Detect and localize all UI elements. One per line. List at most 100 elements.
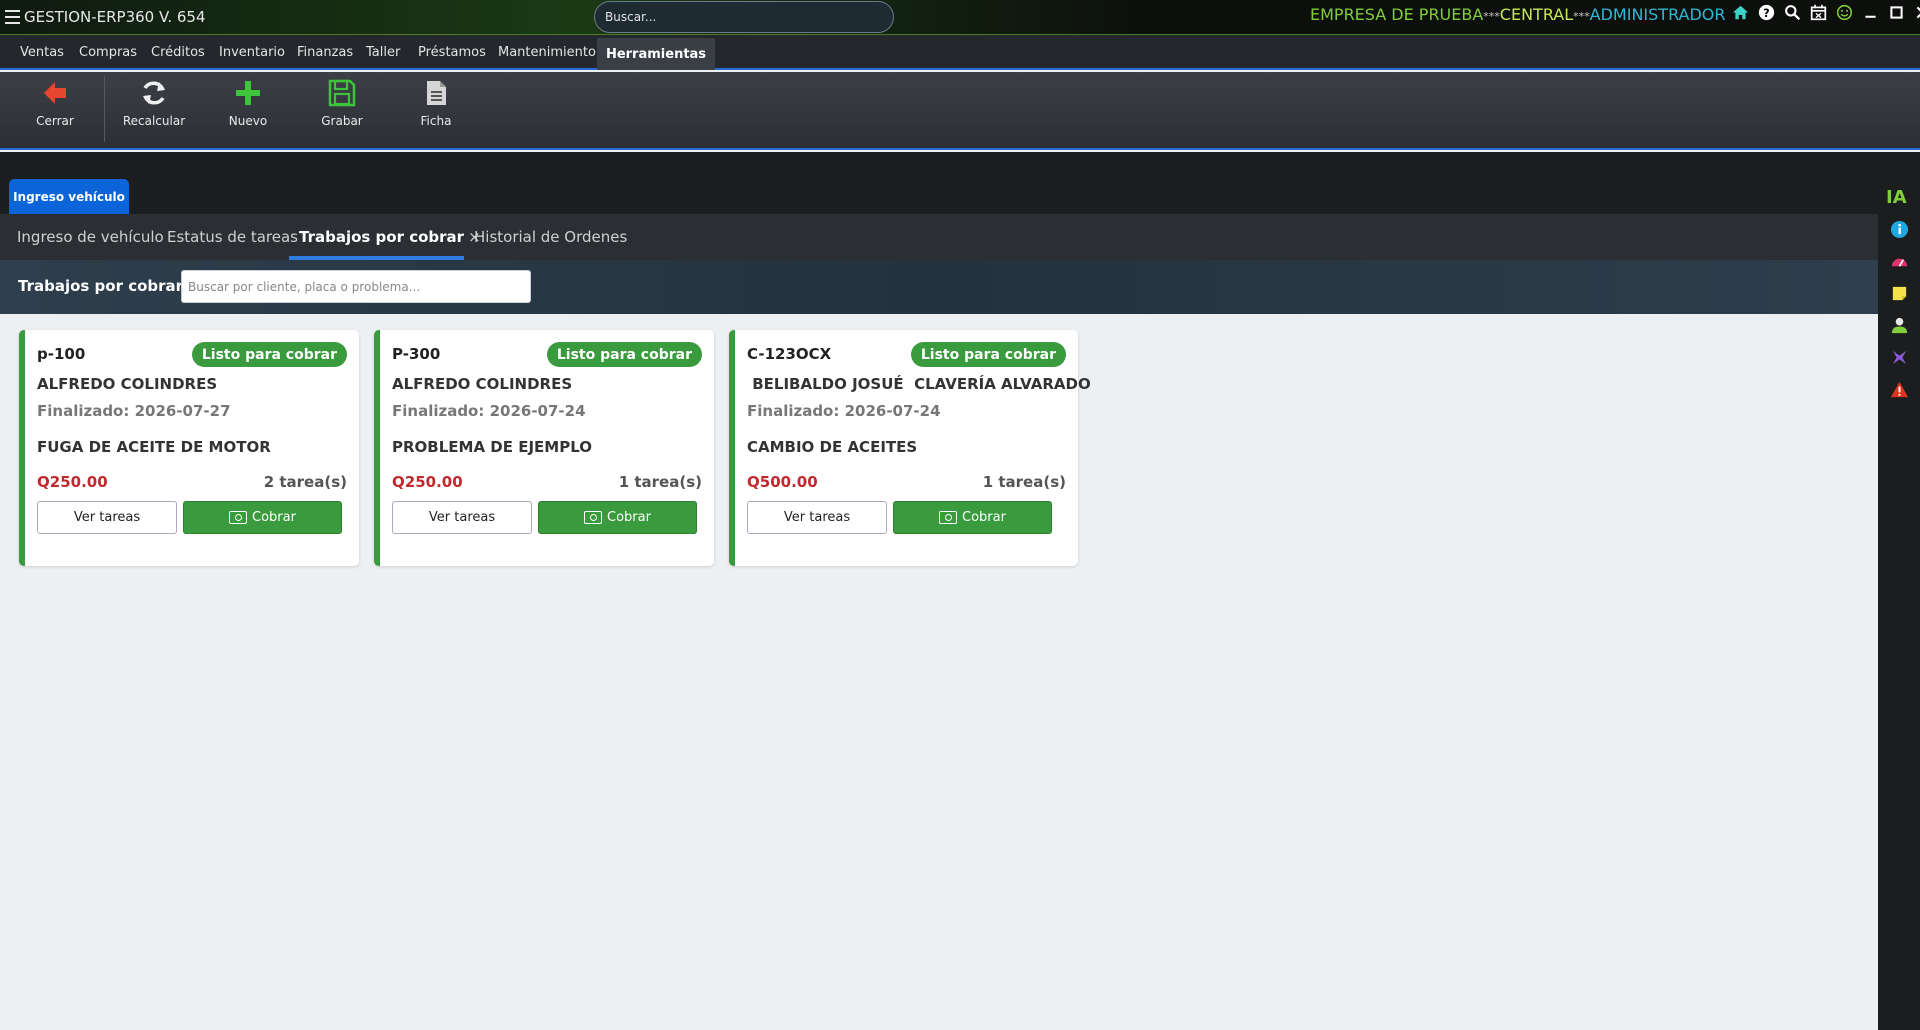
floppy-disk-icon — [328, 79, 356, 107]
menu-compras[interactable]: Compras — [79, 45, 137, 60]
document-icon — [427, 81, 446, 105]
close-window-icon[interactable] — [1912, 2, 1920, 22]
tab-trabajos-por-cobrar-label: Trabajos por cobrar — [299, 228, 465, 246]
smiley-icon[interactable] — [1834, 2, 1854, 22]
job-task-count: 1 tarea(s) — [618, 473, 702, 491]
toolbar-separator — [104, 76, 105, 142]
company-name: EMPRESA DE PRUEBA — [1310, 5, 1484, 24]
new-button[interactable]: Nuevo — [208, 78, 288, 148]
arrow-left-icon — [44, 82, 66, 104]
recalculate-button[interactable]: Recalcular — [114, 78, 194, 148]
separator: *** — [1483, 10, 1500, 23]
job-search-input[interactable] — [181, 270, 531, 303]
calendar-icon[interactable] — [1808, 2, 1828, 22]
ia-assistant-button[interactable]: IA — [1886, 187, 1907, 208]
job-problem: FUGA DE ACEITE DE MOTOR — [37, 438, 271, 456]
view-tasks-button[interactable]: Ver tareas — [37, 501, 177, 534]
money-icon — [584, 511, 603, 524]
job-finished-date: Finalizado: 2026-07-27 — [37, 402, 231, 420]
job-client: BELIBALDO JOSUÉ CLAVERÍA ALVARADO — [747, 375, 1091, 393]
sticky-note-icon[interactable] — [1888, 282, 1910, 304]
session-context: EMPRESA DE PRUEBA***CENTRAL***ADMINISTRA… — [1310, 5, 1726, 24]
job-client: ALFREDO COLINDRES — [392, 375, 573, 393]
help-icon[interactable]: ? — [1756, 2, 1776, 22]
maximize-icon[interactable] — [1886, 2, 1906, 22]
module-band-top — [0, 152, 1878, 175]
charge-button[interactable]: Cobrar — [183, 501, 342, 534]
charge-button[interactable]: Cobrar — [538, 501, 697, 534]
menu-finanzas[interactable]: Finanzas — [297, 45, 353, 60]
job-finished-date: Finalizado: 2026-07-24 — [747, 402, 941, 420]
info-icon[interactable] — [1888, 218, 1910, 240]
job-problem: PROBLEMA DE EJEMPLO — [392, 438, 592, 456]
job-card: p-100 Listo para cobrar ALFREDO COLINDRE… — [19, 330, 359, 566]
close-button[interactable]: Cerrar — [15, 78, 95, 148]
charge-button-label: Cobrar — [252, 510, 296, 525]
menu-prestamos[interactable]: Préstamos — [418, 45, 486, 60]
job-price: Q250.00 — [392, 473, 463, 491]
action-toolbar: Cerrar Recalcular Nuevo Grabar Ficha — [0, 72, 1920, 150]
dashboard-gauge-icon[interactable] — [1888, 250, 1910, 272]
status-badge: Listo para cobrar — [910, 342, 1066, 367]
puzzle-icon[interactable] — [1888, 346, 1910, 368]
charge-button-label: Cobrar — [607, 510, 651, 525]
warning-icon[interactable] — [1888, 378, 1910, 400]
svg-text:?: ? — [1763, 6, 1769, 19]
view-tasks-button[interactable]: Ver tareas — [392, 501, 532, 534]
section-title: Trabajos por cobrar — [18, 277, 184, 295]
menu-herramientas[interactable]: Herramientas — [597, 38, 715, 70]
job-task-count: 2 tarea(s) — [263, 473, 347, 491]
save-button[interactable]: Grabar — [302, 78, 382, 148]
search-icon[interactable] — [1782, 2, 1802, 22]
app-title: GESTION-ERP360 V. 654 — [24, 8, 206, 26]
hamburger-menu-icon[interactable] — [5, 10, 20, 24]
job-card: C-123OCX Listo para cobrar BELIBALDO JOS… — [729, 330, 1091, 566]
menu-mantenimiento[interactable]: Mantenimiento — [498, 45, 596, 60]
tab-estatus-tareas[interactable]: Estatus de tareas — [167, 228, 298, 246]
status-badge: Listo para cobrar — [191, 342, 347, 367]
save-button-label: Grabar — [321, 114, 363, 128]
charge-button[interactable]: Cobrar — [893, 501, 1052, 534]
right-tool-rail: IA — [1878, 152, 1920, 1030]
job-plate: p-100 — [37, 345, 86, 363]
job-finished-date: Finalizado: 2026-07-24 — [392, 402, 586, 420]
tab-trabajos-por-cobrar[interactable]: Trabajos por cobrar × — [299, 228, 481, 246]
money-icon — [939, 511, 958, 524]
job-price: Q250.00 — [37, 473, 108, 491]
home-icon[interactable] — [1730, 2, 1750, 22]
menu-creditos[interactable]: Créditos — [151, 45, 205, 60]
global-search-input[interactable] — [594, 1, 894, 33]
separator: *** — [1573, 10, 1590, 23]
jobs-content: p-100 Listo para cobrar ALFREDO COLINDRE… — [0, 314, 1878, 1030]
close-button-label: Cerrar — [36, 114, 74, 128]
menu-taller[interactable]: Taller — [366, 45, 400, 60]
view-tasks-button[interactable]: Ver tareas — [747, 501, 887, 534]
charge-button-label: Cobrar — [962, 510, 1006, 525]
user-icon[interactable] — [1888, 314, 1910, 336]
main-menu-bar: Ventas Compras Créditos Inventario Finan… — [0, 35, 1920, 70]
tab-historial-ordenes[interactable]: Historial de Ordenes — [474, 228, 627, 246]
branch-name: CENTRAL — [1499, 5, 1574, 24]
refresh-icon — [143, 81, 165, 105]
job-plate: P-300 — [392, 345, 441, 363]
job-problem: CAMBIO DE ACEITES — [747, 438, 918, 456]
tab-ingreso-vehiculo[interactable]: Ingreso de vehículo — [17, 228, 164, 246]
minimize-icon[interactable] — [1860, 2, 1880, 22]
recalculate-button-label: Recalcular — [122, 114, 186, 128]
module-band — [0, 175, 1878, 214]
sub-tab-bar: Ingreso de vehículo Estatus de tareas Tr… — [0, 214, 1878, 260]
status-badge: Listo para cobrar — [546, 342, 702, 367]
sheet-button-label: Ficha — [420, 114, 452, 128]
money-icon — [229, 511, 248, 524]
menu-ventas[interactable]: Ventas — [20, 45, 64, 60]
module-tab-ingreso-vehiculo[interactable]: Ingreso vehículo — [9, 179, 129, 214]
menu-inventario[interactable]: Inventario — [219, 45, 285, 60]
user-name: ADMINISTRADOR — [1589, 5, 1726, 24]
new-button-label: Nuevo — [228, 114, 268, 128]
job-plate: C-123OCX — [747, 345, 832, 363]
plus-icon — [236, 81, 260, 105]
job-price: Q500.00 — [747, 473, 818, 491]
job-task-count: 1 tarea(s) — [982, 473, 1066, 491]
sheet-button[interactable]: Ficha — [396, 78, 476, 148]
job-client: ALFREDO COLINDRES — [37, 375, 218, 393]
